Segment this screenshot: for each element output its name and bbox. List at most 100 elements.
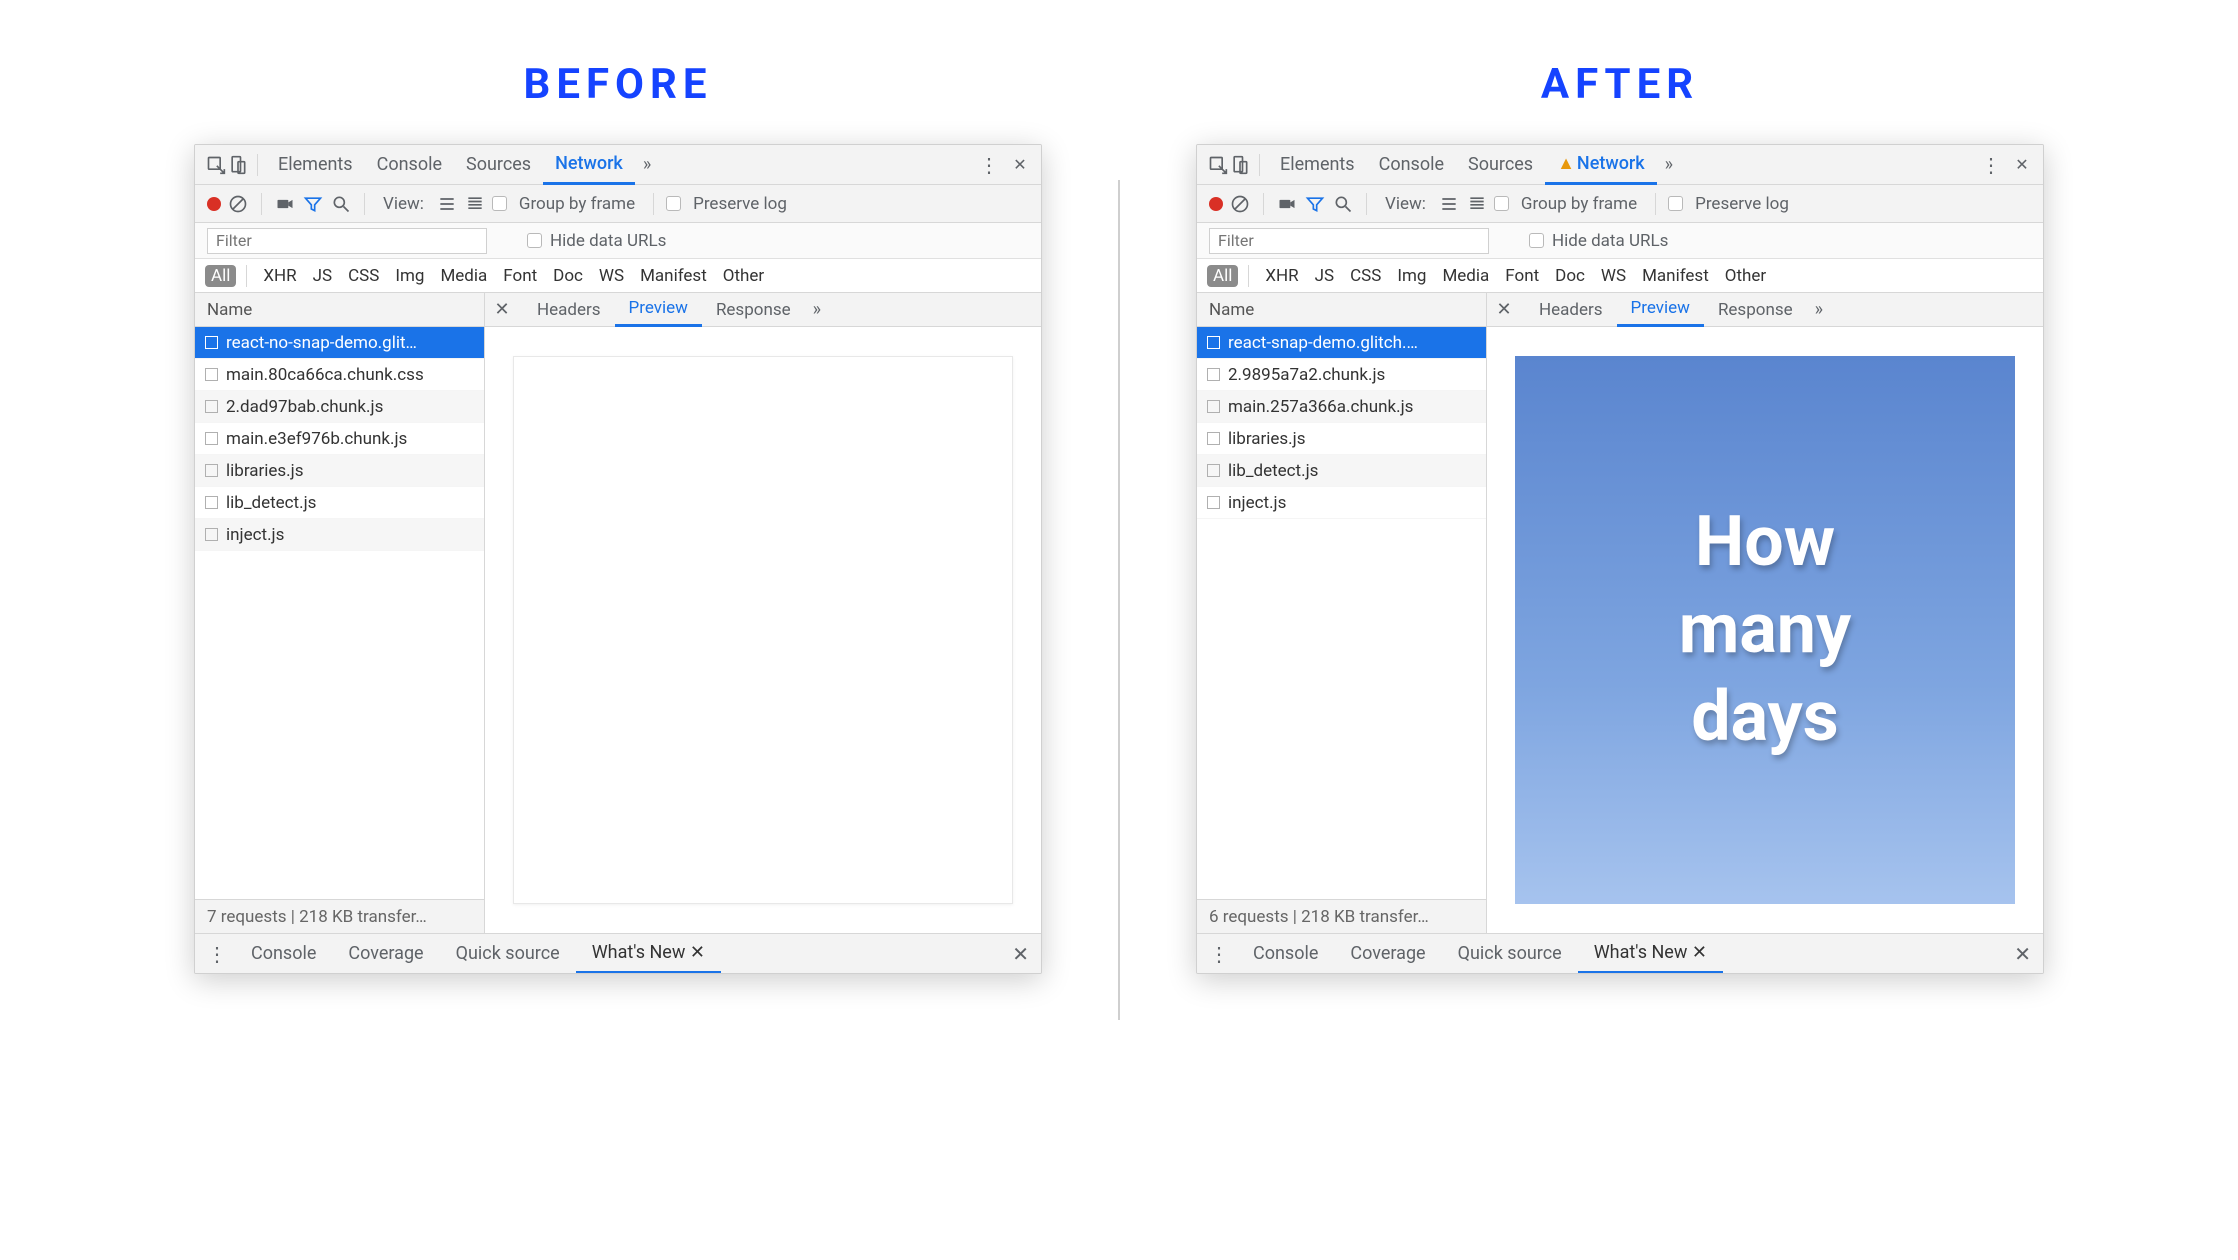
close-details-icon[interactable]: ✕ <box>493 299 511 320</box>
tab-network[interactable]: ▲Network <box>1545 145 1657 185</box>
resp-tab-response[interactable]: Response <box>1704 293 1807 327</box>
tabs-more-icon[interactable]: » <box>635 154 659 175</box>
request-row[interactable]: main.e3ef976b.chunk.js <box>195 423 484 455</box>
camera-icon[interactable] <box>1276 193 1298 215</box>
cat-manifest[interactable]: Manifest <box>1636 265 1715 287</box>
cat-other[interactable]: Other <box>717 265 770 287</box>
tab-elements[interactable]: Elements <box>1268 145 1367 185</box>
filter-icon[interactable] <box>1304 193 1326 215</box>
drawer-close-icon[interactable]: ✕ <box>1012 942 1029 966</box>
cat-js[interactable]: JS <box>1309 265 1340 287</box>
record-icon[interactable] <box>207 197 221 211</box>
cat-css[interactable]: CSS <box>1344 265 1387 287</box>
resp-tabs-more-icon[interactable]: » <box>805 299 829 320</box>
resp-tab-preview[interactable]: Preview <box>615 293 702 327</box>
drawer-tab-coverage[interactable]: Coverage <box>332 934 439 974</box>
cat-font[interactable]: Font <box>1499 265 1545 287</box>
device-toggle-icon[interactable] <box>1229 154 1251 176</box>
view-small-icon[interactable] <box>464 193 486 215</box>
tabs-more-icon[interactable]: » <box>1657 154 1681 175</box>
cat-ws[interactable]: WS <box>1595 265 1632 287</box>
drawer-tab-whatsnew[interactable]: What's New ✕ <box>1578 934 1723 974</box>
drawer-tab-coverage[interactable]: Coverage <box>1334 934 1441 974</box>
drawer-tab-quicksource[interactable]: Quick source <box>1442 934 1578 974</box>
request-row[interactable]: main.257a366a.chunk.js <box>1197 391 1486 423</box>
filter-input[interactable] <box>1209 228 1489 254</box>
group-by-frame-checkbox[interactable] <box>1494 196 1509 211</box>
cat-font[interactable]: Font <box>497 265 543 287</box>
cat-manifest[interactable]: Manifest <box>634 265 713 287</box>
kebab-menu-icon[interactable]: ⋮ <box>977 154 999 176</box>
resp-tab-headers[interactable]: Headers <box>1525 293 1617 327</box>
tab-sources[interactable]: Sources <box>1456 145 1545 185</box>
close-details-icon[interactable]: ✕ <box>1495 299 1513 320</box>
filter-input[interactable] <box>207 228 487 254</box>
request-row[interactable]: 2.dad97bab.chunk.js <box>195 391 484 423</box>
request-row[interactable]: inject.js <box>1197 487 1486 519</box>
tab-elements[interactable]: Elements <box>266 145 365 185</box>
request-row[interactable]: react-snap-demo.glitch.… <box>1197 327 1486 359</box>
inspect-icon[interactable] <box>205 154 227 176</box>
request-row[interactable]: libraries.js <box>1197 423 1486 455</box>
request-row[interactable]: inject.js <box>195 519 484 551</box>
resp-tab-preview[interactable]: Preview <box>1617 293 1704 327</box>
tab-console[interactable]: Console <box>1367 145 1456 185</box>
cat-doc[interactable]: Doc <box>1549 265 1591 287</box>
resp-tabs-more-icon[interactable]: » <box>1807 299 1831 320</box>
request-row[interactable]: lib_detect.js <box>195 487 484 519</box>
name-column-header[interactable]: Name <box>1197 293 1486 327</box>
view-large-icon[interactable] <box>436 193 458 215</box>
request-row[interactable]: react-no-snap-demo.glit… <box>195 327 484 359</box>
cat-other[interactable]: Other <box>1719 265 1772 287</box>
preserve-log-checkbox[interactable] <box>1668 196 1683 211</box>
cat-css[interactable]: CSS <box>342 265 385 287</box>
close-devtools-icon[interactable]: ✕ <box>1009 154 1031 176</box>
file-icon <box>1207 432 1220 445</box>
cat-media[interactable]: Media <box>434 265 493 287</box>
drawer-menu-icon[interactable]: ⋮ <box>1209 942 1227 966</box>
view-large-icon[interactable] <box>1438 193 1460 215</box>
tab-network[interactable]: Network <box>543 145 635 185</box>
inspect-icon[interactable] <box>1207 154 1229 176</box>
clear-icon[interactable] <box>1229 193 1251 215</box>
clear-icon[interactable] <box>227 193 249 215</box>
camera-icon[interactable] <box>274 193 296 215</box>
cat-xhr[interactable]: XHR <box>1259 265 1304 287</box>
drawer-close-icon[interactable]: ✕ <box>2014 942 2031 966</box>
cat-all[interactable]: All <box>205 265 236 287</box>
filter-icon[interactable] <box>302 193 324 215</box>
record-icon[interactable] <box>1209 197 1223 211</box>
request-row[interactable]: 2.9895a7a2.chunk.js <box>1197 359 1486 391</box>
request-row[interactable]: libraries.js <box>195 455 484 487</box>
tab-console[interactable]: Console <box>365 145 454 185</box>
cat-img[interactable]: Img <box>389 265 430 287</box>
close-devtools-icon[interactable]: ✕ <box>2011 154 2033 176</box>
drawer-menu-icon[interactable]: ⋮ <box>207 942 225 966</box>
hide-data-urls-checkbox[interactable] <box>1529 233 1544 248</box>
view-small-icon[interactable] <box>1466 193 1488 215</box>
resp-tab-response[interactable]: Response <box>702 293 805 327</box>
cat-js[interactable]: JS <box>307 265 338 287</box>
device-toggle-icon[interactable] <box>227 154 249 176</box>
cat-doc[interactable]: Doc <box>547 265 589 287</box>
cat-all[interactable]: All <box>1207 265 1238 287</box>
group-by-frame-checkbox[interactable] <box>492 196 507 211</box>
resp-tab-headers[interactable]: Headers <box>523 293 615 327</box>
cat-ws[interactable]: WS <box>593 265 630 287</box>
hide-data-urls-checkbox[interactable] <box>527 233 542 248</box>
request-row[interactable]: main.80ca66ca.chunk.css <box>195 359 484 391</box>
request-row[interactable]: lib_detect.js <box>1197 455 1486 487</box>
drawer-tab-whatsnew[interactable]: What's New ✕ <box>576 934 721 974</box>
drawer-tab-console[interactable]: Console <box>235 934 332 974</box>
drawer-tab-console[interactable]: Console <box>1237 934 1334 974</box>
search-icon[interactable] <box>330 193 352 215</box>
name-column-header[interactable]: Name <box>195 293 484 327</box>
kebab-menu-icon[interactable]: ⋮ <box>1979 154 2001 176</box>
cat-img[interactable]: Img <box>1391 265 1432 287</box>
tab-sources[interactable]: Sources <box>454 145 543 185</box>
drawer-tab-quicksource[interactable]: Quick source <box>440 934 576 974</box>
search-icon[interactable] <box>1332 193 1354 215</box>
cat-media[interactable]: Media <box>1436 265 1495 287</box>
preserve-log-checkbox[interactable] <box>666 196 681 211</box>
cat-xhr[interactable]: XHR <box>257 265 302 287</box>
